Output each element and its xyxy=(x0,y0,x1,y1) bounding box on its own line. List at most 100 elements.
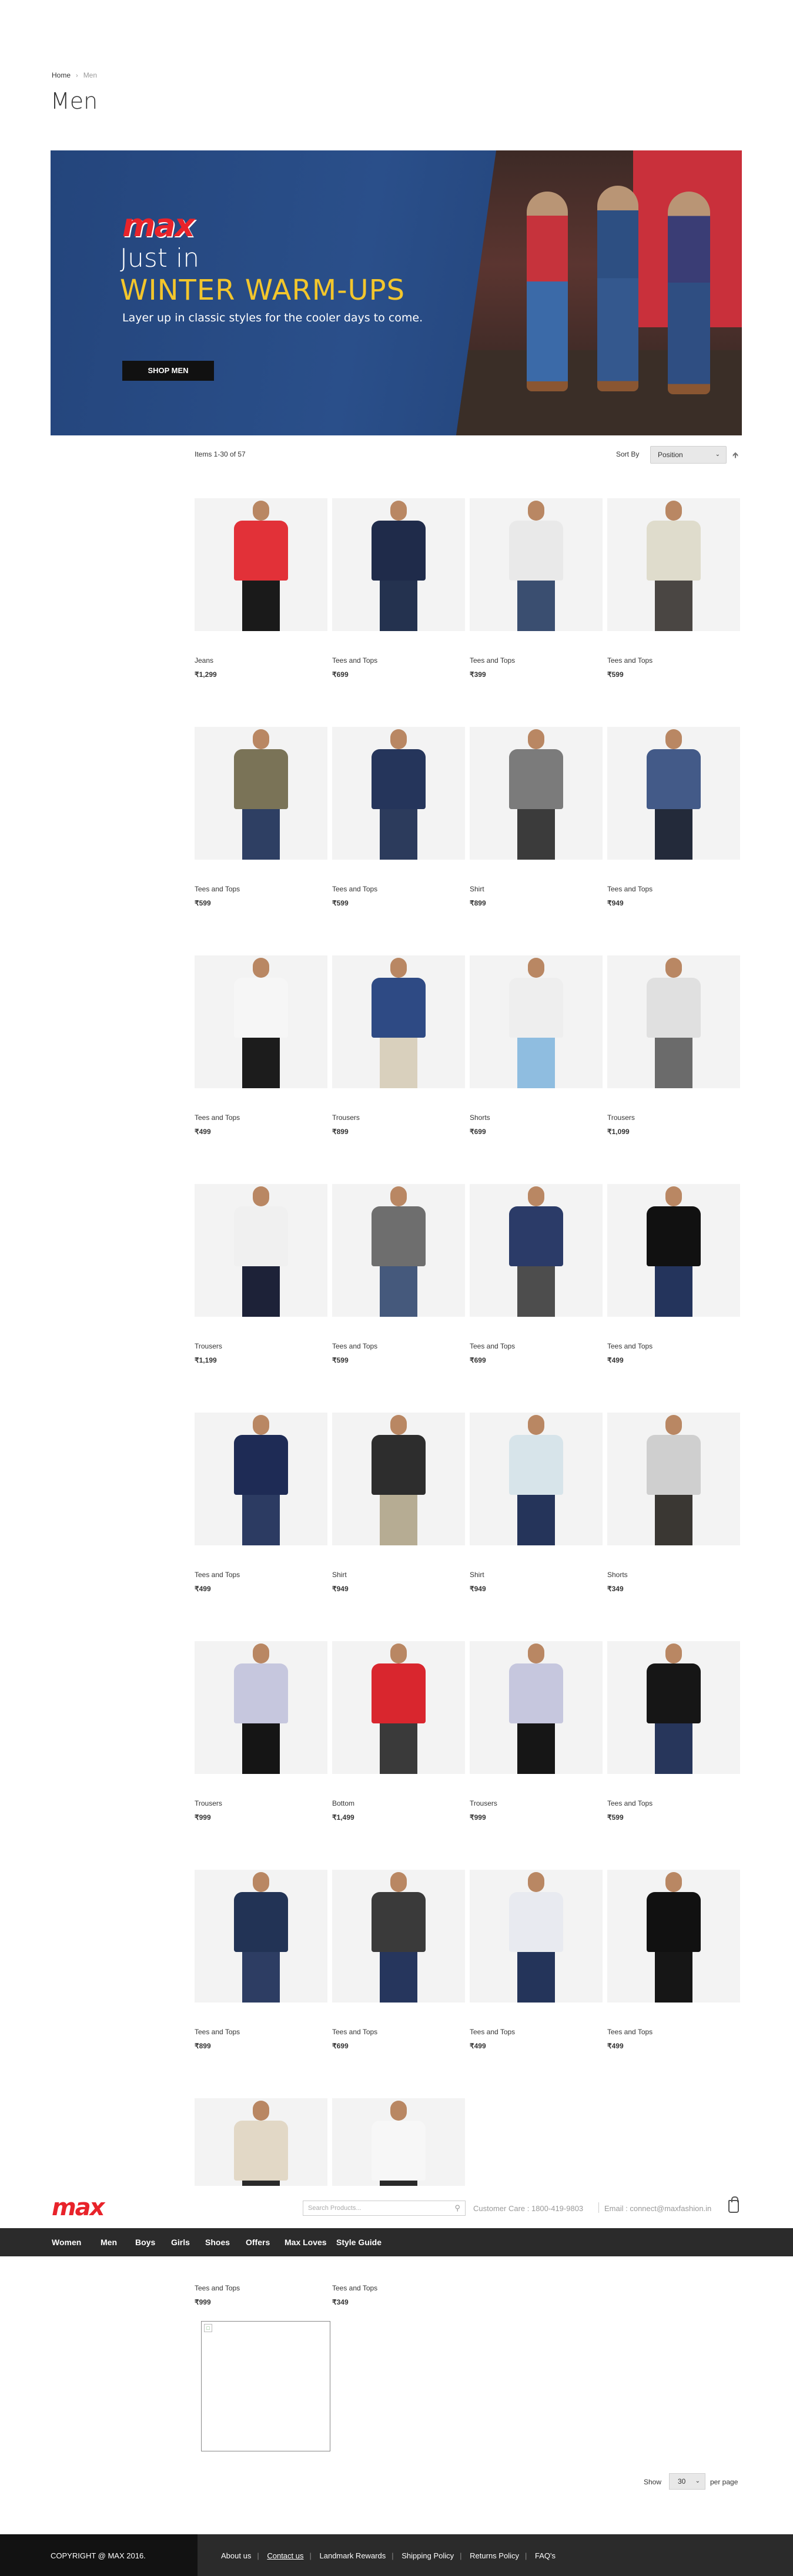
sort-select[interactable]: Position ⌄ xyxy=(650,446,727,464)
product-card[interactable]: Tees and Tops ₹599 xyxy=(607,498,740,679)
product-card[interactable]: Trousers ₹899 xyxy=(332,955,465,1136)
product-card[interactable]: Shirt ₹899 xyxy=(470,727,603,907)
product-image-placeholder[interactable]: □ xyxy=(201,2321,330,2451)
product-name[interactable]: Tees and Tops xyxy=(332,2284,465,2292)
product-name[interactable]: Tees and Tops xyxy=(607,656,740,665)
footer-link-shipping[interactable]: Shipping Policy xyxy=(401,2551,454,2560)
nav-item-women[interactable]: Women xyxy=(52,2228,81,2256)
site-logo[interactable]: max xyxy=(52,2194,105,2221)
product-name[interactable]: Tees and Tops xyxy=(195,2028,327,2036)
product-image[interactable] xyxy=(195,498,327,631)
product-image[interactable] xyxy=(332,955,465,1088)
product-name[interactable]: Tees and Tops xyxy=(607,1342,740,1350)
arrow-up-icon[interactable]: 🡹 xyxy=(732,449,738,463)
product-image[interactable] xyxy=(332,1184,465,1317)
product-name[interactable]: Tees and Tops xyxy=(332,2028,465,2036)
product-image[interactable] xyxy=(470,498,603,631)
product-name[interactable]: Tees and Tops xyxy=(195,1113,327,1122)
nav-item-men[interactable]: Men xyxy=(101,2228,117,2256)
product-card[interactable]: Tees and Tops ₹699 xyxy=(332,1870,465,2050)
product-image[interactable] xyxy=(195,955,327,1088)
product-name[interactable]: Tees and Tops xyxy=(470,1342,603,1350)
limiter-select[interactable]: 30 ⌄ xyxy=(669,2473,705,2490)
product-name[interactable]: Shorts xyxy=(607,1571,740,1579)
product-image[interactable] xyxy=(332,1641,465,1774)
product-image[interactable] xyxy=(332,1870,465,2003)
hero-banner[interactable]: max Just in WINTER WARM-UPS Layer up in … xyxy=(51,150,742,435)
product-image[interactable] xyxy=(332,1413,465,1545)
product-name[interactable]: Tees and Tops xyxy=(607,1799,740,1807)
product-card[interactable]: Shorts ₹349 xyxy=(607,1413,740,1593)
product-image[interactable] xyxy=(195,2098,327,2186)
product-name[interactable]: Tees and Tops xyxy=(332,885,465,893)
product-name[interactable]: Tees and Tops xyxy=(195,2284,327,2292)
product-card[interactable]: Tees and Tops ₹699 xyxy=(332,498,465,679)
product-card[interactable]: Jeans ₹1,299 xyxy=(195,498,327,679)
nav-item-style-guide[interactable]: Style Guide xyxy=(336,2228,382,2256)
product-image[interactable] xyxy=(470,1641,603,1774)
product-image[interactable] xyxy=(607,1184,740,1317)
product-image[interactable] xyxy=(470,1184,603,1317)
product-name[interactable]: Trousers xyxy=(195,1342,327,1350)
product-image[interactable] xyxy=(195,1413,327,1545)
product-name[interactable]: Tees and Tops xyxy=(195,1571,327,1579)
footer-link-contact[interactable]: Contact us xyxy=(267,2551,303,2560)
product-name[interactable]: Tees and Tops xyxy=(195,885,327,893)
shopping-bag-icon[interactable] xyxy=(728,2196,739,2213)
product-card[interactable]: Shirt ₹949 xyxy=(470,1413,603,1593)
product-image[interactable] xyxy=(195,1641,327,1774)
product-name[interactable]: Tees and Tops xyxy=(607,2028,740,2036)
product-card[interactable]: Tees and Tops ₹599 xyxy=(195,727,327,907)
product-card[interactable]: Tees and Tops ₹399 xyxy=(470,498,603,679)
product-name[interactable]: Tees and Tops xyxy=(470,656,603,665)
product-name[interactable]: Bottom xyxy=(332,1799,465,1807)
product-name[interactable]: Shirt xyxy=(332,1571,465,1579)
product-card[interactable]: Tees and Tops ₹599 xyxy=(607,1641,740,1822)
product-card[interactable]: Tees and Tops ₹499 xyxy=(607,1184,740,1364)
product-name[interactable]: Shirt xyxy=(470,885,603,893)
product-card[interactable]: Tees and Tops ₹499 xyxy=(470,1870,603,2050)
product-image[interactable] xyxy=(607,1413,740,1545)
product-name[interactable]: Trousers xyxy=(195,1799,327,1807)
product-card[interactable]: Tees and Tops ₹499 xyxy=(607,1870,740,2050)
product-card[interactable]: Trousers ₹999 xyxy=(195,1641,327,1822)
product-card[interactable]: Trousers ₹1,199 xyxy=(195,1184,327,1364)
nav-item-max-loves[interactable]: Max Loves xyxy=(285,2228,327,2256)
search-icon[interactable]: ⚲ xyxy=(454,2201,460,2215)
product-image[interactable] xyxy=(607,955,740,1088)
product-name[interactable]: Tees and Tops xyxy=(607,885,740,893)
product-image[interactable] xyxy=(195,1870,327,2003)
product-image[interactable] xyxy=(332,498,465,631)
footer-link-rewards[interactable]: Landmark Rewards xyxy=(320,2551,386,2560)
footer-link-faq[interactable]: FAQ's xyxy=(535,2551,556,2560)
shop-men-button[interactable]: SHOP MEN xyxy=(122,361,214,381)
product-name[interactable]: Tees and Tops xyxy=(332,656,465,665)
product-name[interactable]: Shorts xyxy=(470,1113,603,1122)
search-input[interactable]: Search Products... ⚲ xyxy=(303,2201,466,2216)
product-image[interactable] xyxy=(470,727,603,860)
product-image[interactable] xyxy=(470,955,603,1088)
product-image[interactable] xyxy=(470,1870,603,2003)
product-name[interactable]: Tees and Tops xyxy=(470,2028,603,2036)
product-card[interactable]: Trousers ₹1,099 xyxy=(607,955,740,1136)
product-name[interactable]: Trousers xyxy=(332,1113,465,1122)
product-card[interactable]: Shirt ₹949 xyxy=(332,1413,465,1593)
product-card[interactable]: Tees and Tops ₹699 xyxy=(470,1184,603,1364)
product-image[interactable] xyxy=(607,1641,740,1774)
product-image[interactable] xyxy=(607,727,740,860)
footer-link-about[interactable]: About us xyxy=(221,2551,251,2560)
product-image[interactable] xyxy=(195,727,327,860)
nav-item-boys[interactable]: Boys xyxy=(135,2228,155,2256)
product-name[interactable]: Tees and Tops xyxy=(332,1342,465,1350)
product-image[interactable] xyxy=(332,2098,465,2186)
product-name[interactable]: Trousers xyxy=(470,1799,603,1807)
product-card[interactable]: Tees and Tops ₹949 xyxy=(607,727,740,907)
product-name[interactable]: Shirt xyxy=(470,1571,603,1579)
nav-item-offers[interactable]: Offers xyxy=(246,2228,270,2256)
product-card[interactable]: Tees and Tops ₹599 xyxy=(332,1184,465,1364)
breadcrumb-home-link[interactable]: Home xyxy=(52,71,71,79)
product-name[interactable]: Jeans xyxy=(195,656,327,665)
product-image[interactable] xyxy=(470,1413,603,1545)
product-image[interactable] xyxy=(195,1184,327,1317)
product-card[interactable]: Bottom ₹1,499 xyxy=(332,1641,465,1822)
